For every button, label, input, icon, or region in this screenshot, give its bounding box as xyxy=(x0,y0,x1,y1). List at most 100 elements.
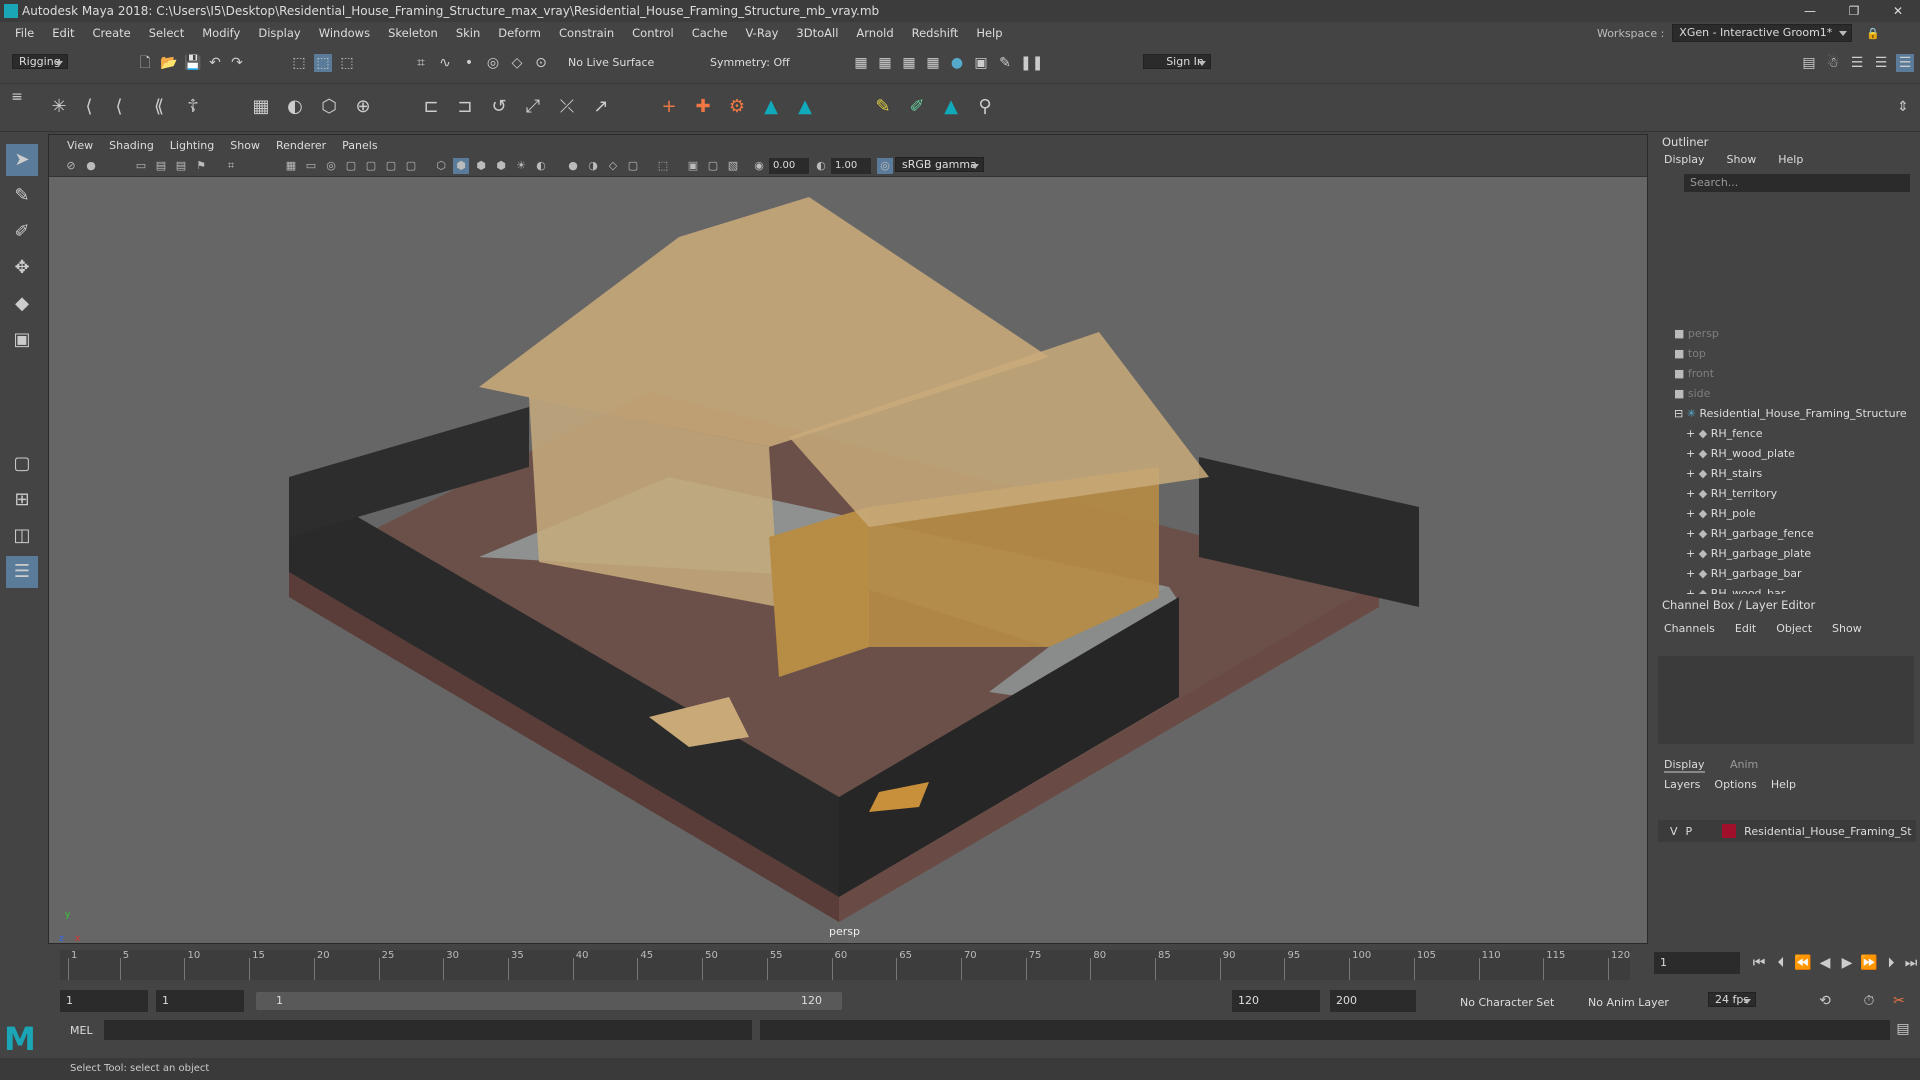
viewport-scene[interactable]: x y z xyxy=(49,177,1649,945)
current-frame-field[interactable]: 1 xyxy=(1654,952,1740,974)
locator-joint-icon[interactable]: ✚ xyxy=(690,94,716,120)
safe-action-icon[interactable]: ▢ xyxy=(363,158,379,174)
anim-layer-dropdown[interactable]: No Anim Layer xyxy=(1588,996,1669,1009)
render-setup-icon[interactable]: ▣ xyxy=(972,54,990,72)
render-settings-icon[interactable]: ▦ xyxy=(924,54,942,72)
xray-icon[interactable]: ▣ xyxy=(685,158,701,174)
expand-icon[interactable]: + xyxy=(1686,487,1699,500)
layer-menu-help[interactable]: Help xyxy=(1771,778,1796,791)
film-gate-icon[interactable]: ▢ xyxy=(403,158,419,174)
channel-menu-channels[interactable]: Channels xyxy=(1664,622,1715,635)
shadows-icon[interactable]: ◐ xyxy=(533,158,549,174)
frame-all-icon[interactable]: ▤ xyxy=(173,158,189,174)
live-surface-field[interactable]: No Live Surface xyxy=(568,56,654,69)
layer-menu-layers[interactable]: Layers xyxy=(1664,778,1700,791)
restore-button[interactable]: ❐ xyxy=(1832,0,1876,22)
xray-joints-icon[interactable]: ▢ xyxy=(705,158,721,174)
menu-constrain[interactable]: Constrain xyxy=(550,22,623,44)
play-forward-icon[interactable]: ▶ xyxy=(1838,954,1856,972)
outliner-item[interactable]: + ◆ RH_pole xyxy=(1686,504,1756,524)
expand-icon[interactable]: + xyxy=(1686,467,1699,480)
select-hierarchy-icon[interactable]: ⬚ xyxy=(290,54,308,72)
animation-end-field[interactable]: 200 xyxy=(1330,990,1416,1012)
channel-menu-edit[interactable]: Edit xyxy=(1735,622,1756,635)
expand-icon[interactable]: + xyxy=(1686,547,1699,560)
tool-settings-icon[interactable]: ☰ xyxy=(1872,54,1890,72)
grid-icon[interactable]: ⌗ xyxy=(223,158,239,174)
isolate-select-icon[interactable]: ⬚ xyxy=(655,158,671,174)
new-scene-icon[interactable]: 🗋 xyxy=(136,54,154,72)
paint-select-icon[interactable]: ✐ xyxy=(6,216,38,248)
menu-edit[interactable]: Edit xyxy=(43,22,83,44)
redo-icon[interactable]: ↷ xyxy=(228,54,246,72)
viewport-menu-shading[interactable]: Shading xyxy=(101,139,162,152)
light-editor-icon[interactable]: ✎ xyxy=(996,54,1014,72)
menu-redshift[interactable]: Redshift xyxy=(903,22,968,44)
bookmark-icon[interactable]: ⚑ xyxy=(193,158,209,174)
constraint-scale-icon[interactable]: ⤢ xyxy=(520,94,546,120)
resolution-gate-icon[interactable]: ▭ xyxy=(303,158,319,174)
constraint-parent-icon[interactable]: ⊏ xyxy=(418,94,444,120)
lights-icon[interactable]: ☀ xyxy=(513,158,529,174)
constraint-aim-icon[interactable]: ⤫ xyxy=(554,94,580,120)
auto-key-icon[interactable]: ⏱ xyxy=(1860,992,1878,1010)
outliner-search-input[interactable]: Search... xyxy=(1684,174,1910,192)
character-set-dropdown[interactable]: No Character Set xyxy=(1460,996,1554,1009)
xgen-icon[interactable]: ▲ xyxy=(938,94,964,120)
bone-icon[interactable]: ⚙ xyxy=(724,94,750,120)
snap-surface-icon[interactable]: ◇ xyxy=(508,54,526,72)
smooth-shade-icon[interactable]: ⬢ xyxy=(453,158,469,174)
undo-icon[interactable]: ↶ xyxy=(206,54,224,72)
wireframe-shade-icon[interactable]: ⬡ xyxy=(433,158,449,174)
layer-playback-toggle[interactable]: P xyxy=(1686,825,1693,838)
preferences-icon[interactable]: ✂ xyxy=(1890,992,1908,1010)
symmetry-field[interactable]: Symmetry: Off xyxy=(710,56,790,69)
snap-vertex-icon[interactable]: ⊙ xyxy=(532,54,550,72)
menu-skin[interactable]: Skin xyxy=(447,22,489,44)
field-chart-icon[interactable]: ▢ xyxy=(343,158,359,174)
arnold-icon[interactable]: ▲ xyxy=(758,94,784,120)
close-button[interactable]: ✕ xyxy=(1876,0,1920,22)
step-forward-key-icon[interactable]: ⏵ xyxy=(1882,954,1900,972)
menu-create[interactable]: Create xyxy=(84,22,140,44)
workspace-dropdown[interactable]: XGen - Interactive Groom1* xyxy=(1672,24,1853,42)
pin-icon[interactable]: ⚲ xyxy=(972,94,998,120)
outliner-item[interactable]: ■ side xyxy=(1674,384,1710,404)
constraint-orient-icon[interactable]: ↺ xyxy=(486,94,512,120)
menu-control[interactable]: Control xyxy=(623,22,683,44)
backface-icon[interactable]: ▧ xyxy=(725,158,741,174)
wrap-icon[interactable]: ◐ xyxy=(282,94,308,120)
loop-icon[interactable]: ⟲ xyxy=(1816,992,1834,1010)
viewport-panel[interactable]: View Shading Lighting Show Renderer Panels ⊘ … xyxy=(48,134,1648,944)
outliner-item[interactable]: + ◆ RH_territory xyxy=(1686,484,1777,504)
expand-icon[interactable]: + xyxy=(1686,527,1699,540)
menu-arnold[interactable]: Arnold xyxy=(847,22,902,44)
collapse-icon[interactable]: ⊟ xyxy=(1674,407,1687,420)
play-backward-icon[interactable]: ◀ xyxy=(1816,954,1834,972)
depth-of-field-icon[interactable]: ▢ xyxy=(625,158,641,174)
character-controls-icon[interactable]: ☃ xyxy=(1824,54,1842,72)
select-components-icon[interactable]: ⬚ xyxy=(338,54,356,72)
view-transform-dropdown[interactable]: sRGB gamma xyxy=(895,157,984,172)
menu-file[interactable]: File xyxy=(6,22,43,44)
wireframe-icon[interactable]: ▦ xyxy=(283,158,299,174)
exposure-icon[interactable]: ◉ xyxy=(751,158,767,174)
outliner-menu-help[interactable]: Help xyxy=(1778,153,1803,166)
menu-deform[interactable]: Deform xyxy=(489,22,550,44)
go-to-start-icon[interactable]: ⏮ xyxy=(1750,954,1768,972)
sign-in-button[interactable]: Sign In xyxy=(1143,54,1211,69)
ik-spline-icon[interactable]: ⟨ xyxy=(106,94,132,120)
constraint-pole-icon[interactable]: ↗ xyxy=(588,94,614,120)
safe-title-icon[interactable]: ▢ xyxy=(383,158,399,174)
script-editor-icon[interactable]: ▤ xyxy=(1894,1020,1912,1038)
ambient-occlusion-icon[interactable]: ● xyxy=(565,158,581,174)
menu-skeleton[interactable]: Skeleton xyxy=(379,22,447,44)
tab-display[interactable]: Display xyxy=(1664,758,1705,773)
viewport-menu-panels[interactable]: Panels xyxy=(334,139,385,152)
time-ruler[interactable]: 1 5 10 15 20 25 30 35 40 45 50 55 60 65 70 75 80 85 90 95 10… xyxy=(60,950,1630,980)
channel-box-area[interactable] xyxy=(1658,656,1914,744)
expand-icon[interactable]: + xyxy=(1686,507,1699,520)
shelf-scroll-icon[interactable]: ⇕ xyxy=(1894,98,1912,116)
modeling-toolkit-icon[interactable]: ▤ xyxy=(1800,54,1818,72)
mel-command-input[interactable] xyxy=(104,1020,752,1040)
